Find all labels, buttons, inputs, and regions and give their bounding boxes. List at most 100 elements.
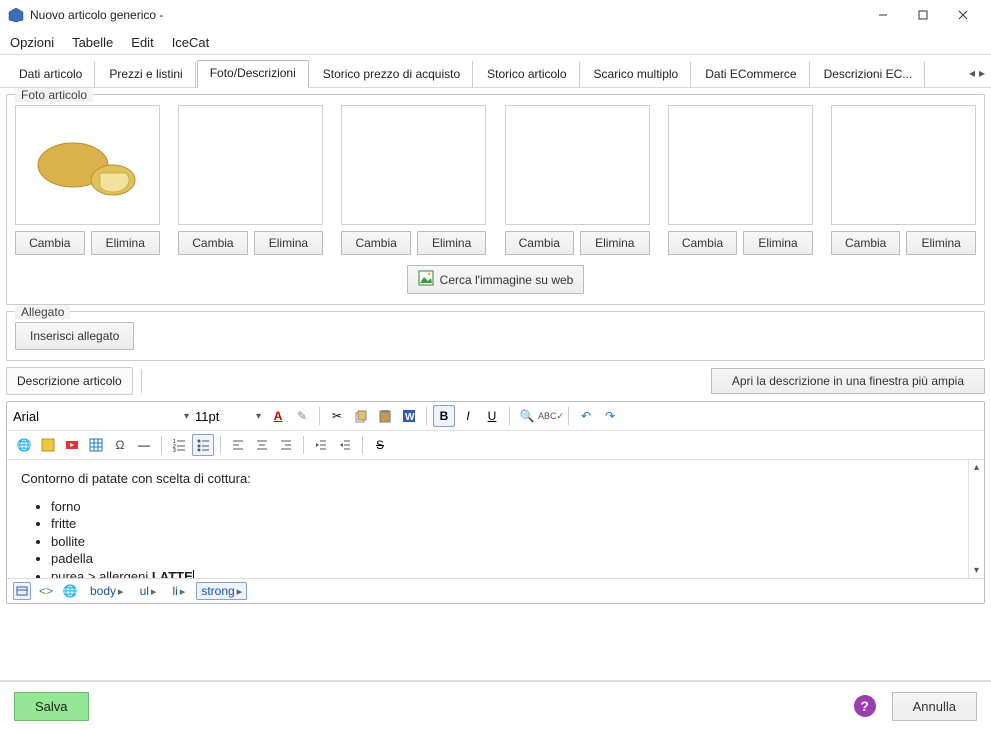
chevron-right-icon: ▸: [237, 585, 243, 598]
title-bar: Nuovo articolo generico -: [0, 0, 991, 30]
group-label-foto-articolo: Foto articolo: [15, 88, 93, 102]
font-family-value: Arial: [13, 409, 39, 424]
redo-button[interactable]: ↷: [599, 405, 621, 427]
insert-link-button[interactable]: 🌐: [13, 434, 35, 456]
insert-hr-button[interactable]: ―: [133, 434, 155, 456]
path-crumb-body[interactable]: body▸: [85, 582, 129, 600]
descrizione-separator: [141, 369, 142, 393]
underline-button[interactable]: U: [481, 405, 503, 427]
foto-image-2[interactable]: [178, 105, 323, 225]
foto-slot-2: Cambia Elimina: [178, 105, 323, 255]
editor-scrollbar[interactable]: ▴ ▾: [968, 460, 984, 578]
close-button[interactable]: [943, 1, 983, 29]
undo-button[interactable]: ↶: [575, 405, 597, 427]
foto-slot-4: Cambia Elimina: [505, 105, 650, 255]
align-right-button[interactable]: [275, 434, 297, 456]
font-color-button[interactable]: A: [267, 405, 289, 427]
menu-tabelle[interactable]: Tabelle: [72, 35, 113, 50]
tabs-next-icon[interactable]: ▸: [979, 66, 985, 80]
insert-symbol-button[interactable]: Ω: [109, 434, 131, 456]
chevron-right-icon: ▸: [180, 585, 186, 598]
tab-dati-ecommerce[interactable]: Dati ECommerce: [692, 61, 809, 88]
italic-button[interactable]: I: [457, 405, 479, 427]
unordered-list-button[interactable]: [192, 434, 214, 456]
tab-descrizioni-ec[interactable]: Descrizioni EC...: [811, 61, 926, 88]
clear-format-button[interactable]: ✎: [291, 405, 313, 427]
scroll-up-icon[interactable]: ▴: [974, 462, 979, 473]
preview-view-button[interactable]: 🌐: [61, 582, 79, 600]
minimize-button[interactable]: [863, 1, 903, 29]
window-title: Nuovo articolo generico -: [30, 8, 863, 22]
editor-body[interactable]: Contorno di patate con scelta di cottura…: [7, 460, 968, 578]
elimina-button-5[interactable]: Elimina: [743, 231, 813, 255]
foto-image-3[interactable]: [341, 105, 486, 225]
font-size-select[interactable]: 11pt ▾: [195, 409, 265, 424]
svg-text:3: 3: [173, 448, 176, 452]
foto-image-6[interactable]: [831, 105, 976, 225]
insert-table-button[interactable]: [85, 434, 107, 456]
cambia-button-4[interactable]: Cambia: [505, 231, 575, 255]
window-controls: [863, 1, 983, 29]
elimina-button-2[interactable]: Elimina: [254, 231, 324, 255]
cambia-button-6[interactable]: Cambia: [831, 231, 901, 255]
ordered-list-button[interactable]: 123: [168, 434, 190, 456]
html-view-button[interactable]: <>: [37, 582, 55, 600]
insert-image-button[interactable]: [37, 434, 59, 456]
strikethrough-button[interactable]: S: [369, 434, 391, 456]
outdent-button[interactable]: [310, 434, 332, 456]
elimina-button-3[interactable]: Elimina: [417, 231, 487, 255]
tab-scarico-multiplo[interactable]: Scarico multiplo: [581, 61, 692, 88]
cambia-button-2[interactable]: Cambia: [178, 231, 248, 255]
help-button[interactable]: ?: [854, 695, 876, 717]
cerca-immagine-web-label: Cerca l'immagine su web: [440, 273, 574, 287]
bold-button[interactable]: B: [433, 405, 455, 427]
spellcheck-button[interactable]: ABC✓: [540, 405, 562, 427]
apri-descrizione-ampia-button[interactable]: Apri la descrizione in una finestra più …: [711, 368, 985, 394]
path-crumb-li[interactable]: li▸: [167, 582, 190, 600]
annulla-button[interactable]: Annulla: [892, 692, 977, 721]
maximize-button[interactable]: [903, 1, 943, 29]
editor-list-item: fritte: [51, 515, 954, 533]
tab-storico-prezzo-acquisto[interactable]: Storico prezzo di acquisto: [310, 61, 473, 88]
design-view-button[interactable]: [13, 582, 31, 600]
image-search-icon: [418, 270, 434, 289]
foto-image-5[interactable]: [668, 105, 813, 225]
tab-foto-descrizioni[interactable]: Foto/Descrizioni: [197, 60, 309, 88]
paste-button[interactable]: [374, 405, 396, 427]
align-left-button[interactable]: [227, 434, 249, 456]
editor-list-item: bollite: [51, 533, 954, 551]
rich-text-editor: Arial ▾ 11pt ▾ A ✎ ✂ W B I U 🔍 ABC✓ ↶ ↷: [6, 401, 985, 604]
font-family-select[interactable]: Arial ▾: [13, 409, 193, 424]
tabs-prev-icon[interactable]: ◂: [969, 66, 975, 80]
foto-image-4[interactable]: [505, 105, 650, 225]
cambia-button-3[interactable]: Cambia: [341, 231, 411, 255]
tab-prezzi-listini[interactable]: Prezzi e listini: [96, 61, 195, 88]
indent-button[interactable]: [334, 434, 356, 456]
tab-storico-articolo[interactable]: Storico articolo: [474, 61, 579, 88]
foto-image-1[interactable]: [15, 105, 160, 225]
path-crumb-ul[interactable]: ul▸: [135, 582, 162, 600]
path-crumb-strong[interactable]: strong▸: [196, 582, 247, 600]
elimina-button-4[interactable]: Elimina: [580, 231, 650, 255]
paste-word-button[interactable]: W: [398, 405, 420, 427]
copy-button[interactable]: [350, 405, 372, 427]
align-center-button[interactable]: [251, 434, 273, 456]
inserisci-allegato-button[interactable]: Inserisci allegato: [15, 322, 134, 350]
menu-opzioni[interactable]: Opzioni: [10, 35, 54, 50]
editor-list: forno fritte bollite padella purea > all…: [51, 498, 954, 578]
cerca-immagine-web-button[interactable]: Cerca l'immagine su web: [407, 265, 585, 294]
descrizione-articolo-label: Descrizione articolo: [6, 367, 133, 395]
elimina-button-6[interactable]: Elimina: [906, 231, 976, 255]
menu-icecat[interactable]: IceCat: [172, 35, 210, 50]
editor-list-item-strong: LATTE: [152, 569, 193, 578]
elimina-button-1[interactable]: Elimina: [91, 231, 161, 255]
cambia-button-1[interactable]: Cambia: [15, 231, 85, 255]
scroll-down-icon[interactable]: ▾: [974, 565, 979, 576]
salva-button[interactable]: Salva: [14, 692, 89, 721]
find-button[interactable]: 🔍: [516, 405, 538, 427]
tab-dati-articolo[interactable]: Dati articolo: [6, 61, 95, 88]
insert-video-button[interactable]: [61, 434, 83, 456]
cut-button[interactable]: ✂: [326, 405, 348, 427]
cambia-button-5[interactable]: Cambia: [668, 231, 738, 255]
menu-edit[interactable]: Edit: [131, 35, 153, 50]
